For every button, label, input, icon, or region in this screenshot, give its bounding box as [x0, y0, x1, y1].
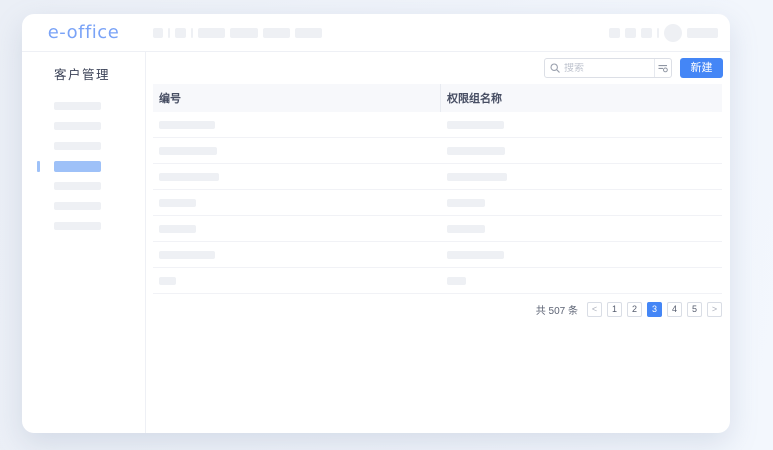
- table-cell: [441, 199, 722, 207]
- cell-skeleton: [447, 199, 485, 207]
- skeleton-bar: [230, 28, 258, 38]
- skeleton-square: [625, 28, 636, 38]
- skeleton-square: [153, 28, 163, 38]
- sidebar-item-4-active[interactable]: [22, 156, 145, 176]
- search-icon: [550, 63, 560, 73]
- app-card: e-office 客户管理: [22, 14, 730, 433]
- sidebar-item-2[interactable]: [22, 116, 145, 136]
- cell-skeleton: [447, 251, 504, 259]
- table-cell: [441, 147, 722, 155]
- cell-skeleton: [159, 199, 196, 207]
- search-input[interactable]: [564, 63, 654, 74]
- pagination-prev-button[interactable]: <: [587, 302, 602, 317]
- skeleton-square: [641, 28, 652, 38]
- table-row: [153, 190, 722, 216]
- table-cell: [441, 251, 722, 259]
- table-cell: [153, 121, 441, 129]
- skeleton-square: [609, 28, 620, 38]
- header-right-skeletons: [609, 24, 718, 42]
- table-cell: [153, 225, 441, 233]
- cell-skeleton: [447, 147, 505, 155]
- search-box[interactable]: [544, 58, 672, 78]
- skeleton-bar: [295, 28, 322, 38]
- sidebar-title: 客户管理: [54, 64, 145, 83]
- sidebar: 客户管理: [22, 52, 146, 433]
- permission-group-table: 编号 权限组名称: [153, 84, 722, 294]
- sidebar-item-skeleton: [54, 202, 101, 210]
- sidebar-item-skeleton: [54, 102, 101, 110]
- sidebar-item-6[interactable]: [22, 196, 145, 216]
- sidebar-item-skeleton: [54, 182, 101, 190]
- table-cell: [153, 251, 441, 259]
- skeleton-bar: [198, 28, 225, 38]
- main-area: 新建 编号 权限组名称 共 507 条 < 12345 >: [146, 52, 730, 433]
- table-header: 编号 权限组名称: [153, 84, 722, 112]
- pagination-page-1[interactable]: 1: [607, 302, 622, 317]
- sidebar-item-5[interactable]: [22, 176, 145, 196]
- new-button[interactable]: 新建: [680, 58, 723, 78]
- header-nav-skeletons: [153, 28, 322, 38]
- table-cell: [153, 277, 441, 285]
- table-row: [153, 138, 722, 164]
- table-cell: [441, 173, 722, 181]
- cell-skeleton: [447, 277, 466, 285]
- table-row: [153, 164, 722, 190]
- sidebar-item-skeleton: [54, 161, 101, 172]
- column-header-permission-group-name: 权限组名称: [441, 90, 722, 106]
- table-cell: [153, 199, 441, 207]
- sidebar-item-skeleton: [54, 122, 101, 130]
- avatar-skeleton: [664, 24, 682, 42]
- sidebar-item-skeleton: [54, 142, 101, 150]
- advanced-filter-icon: [658, 63, 668, 73]
- pagination-pages: 12345: [607, 302, 702, 317]
- sidebar-item-7[interactable]: [22, 216, 145, 236]
- pagination-next-button[interactable]: >: [707, 302, 722, 317]
- cell-skeleton: [447, 225, 485, 233]
- sidebar-item-1[interactable]: [22, 96, 145, 116]
- skeleton-sliver: [657, 28, 659, 38]
- skeleton-square: [175, 28, 186, 38]
- pagination-page-2[interactable]: 2: [627, 302, 642, 317]
- cell-skeleton: [159, 225, 196, 233]
- toolbar: 新建: [146, 52, 730, 84]
- table-cell: [441, 225, 722, 233]
- advanced-filter-button[interactable]: [654, 59, 671, 77]
- app-header: e-office: [22, 14, 730, 52]
- card-body: 客户管理: [22, 52, 730, 433]
- table-row: [153, 242, 722, 268]
- table-cell: [153, 173, 441, 181]
- skeleton-bar: [687, 28, 718, 38]
- table-cell: [153, 147, 441, 155]
- cell-skeleton: [447, 173, 507, 181]
- brand-logo: e-office: [22, 22, 145, 43]
- sidebar-menu: [22, 96, 145, 236]
- pagination-page-5[interactable]: 5: [687, 302, 702, 317]
- cell-skeleton: [159, 251, 215, 259]
- cell-skeleton: [159, 147, 217, 155]
- cell-skeleton: [447, 121, 504, 129]
- table-cell: [441, 121, 722, 129]
- sidebar-item-3[interactable]: [22, 136, 145, 156]
- pagination-page-4[interactable]: 4: [667, 302, 682, 317]
- pagination-total: 共 507 条: [536, 302, 578, 317]
- cell-skeleton: [159, 121, 215, 129]
- table-body: [153, 112, 722, 294]
- cell-skeleton: [159, 173, 219, 181]
- sidebar-item-skeleton: [54, 222, 101, 230]
- column-header-number: 编号: [153, 84, 441, 112]
- skeleton-sliver: [168, 28, 170, 38]
- table-row: [153, 268, 722, 294]
- cell-skeleton: [159, 277, 176, 285]
- table-cell: [441, 277, 722, 285]
- active-item-indicator: [37, 161, 40, 172]
- table-row: [153, 216, 722, 242]
- skeleton-sliver: [191, 28, 193, 38]
- table-row: [153, 112, 722, 138]
- skeleton-bar: [263, 28, 290, 38]
- page-background: { "colors": { "accent": "#4486f6", "acce…: [0, 0, 773, 450]
- pagination: 共 507 条 < 12345 >: [146, 302, 722, 317]
- pagination-page-3[interactable]: 3: [647, 302, 662, 317]
